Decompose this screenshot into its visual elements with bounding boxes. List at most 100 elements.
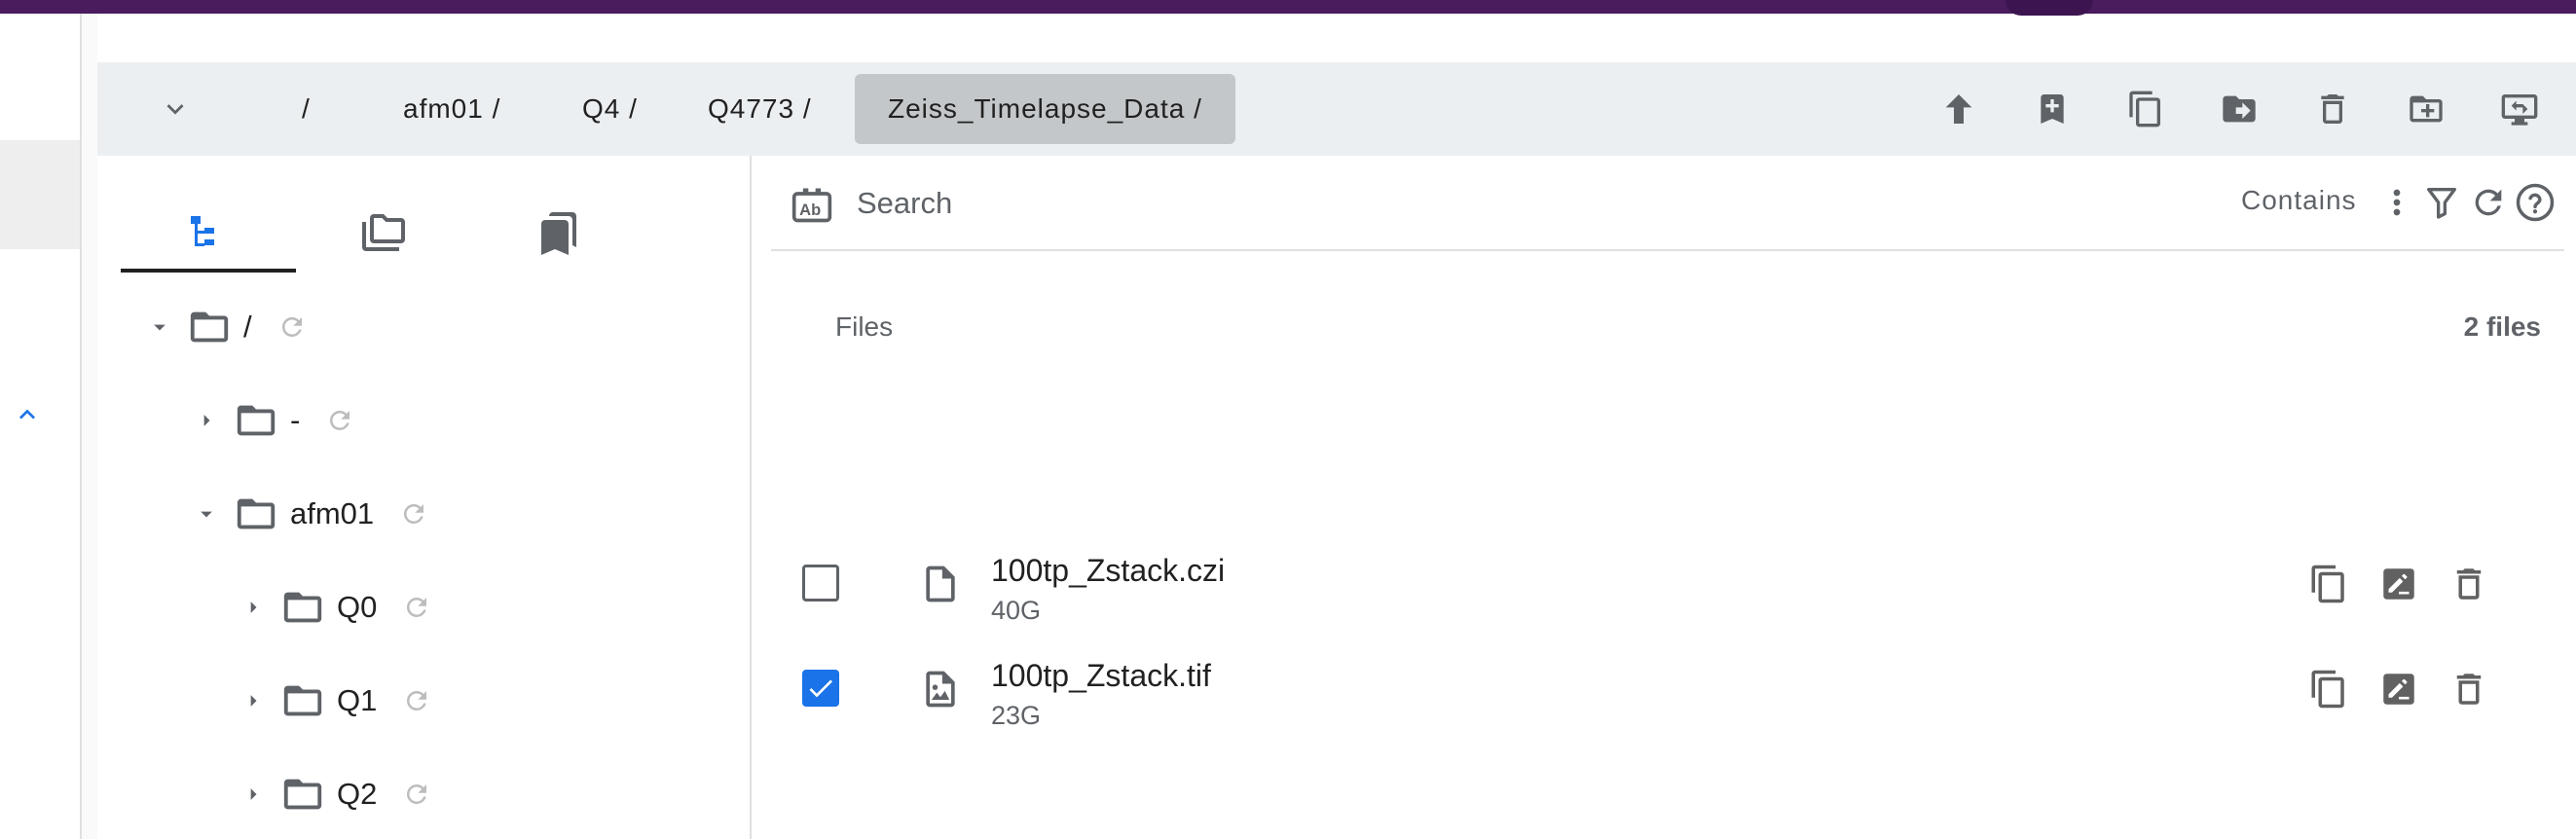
refresh-icon[interactable]: [325, 406, 354, 435]
folder-open-icon: [190, 311, 229, 343]
new-folder-button[interactable]: [2405, 88, 2447, 130]
file-name[interactable]: 100tp_Zstack.tif: [991, 658, 1211, 694]
folder-icon: [283, 685, 322, 716]
delete-button[interactable]: [2311, 88, 2354, 130]
refresh-icon[interactable]: [402, 686, 431, 715]
files-count: 2 files: [2463, 311, 2541, 342]
file-row[interactable]: 100tp_Zstack.tif 23G: [771, 640, 2564, 738]
rename-file-button[interactable]: [2377, 668, 2420, 711]
caret-down-icon[interactable]: [191, 498, 222, 529]
breadcrumb-toggle[interactable]: [156, 90, 195, 128]
left-sidebar: [0, 14, 82, 839]
tree-item-label: Q0: [337, 590, 378, 624]
search-options-button[interactable]: [2375, 181, 2418, 224]
sidebar-highlight: [0, 140, 80, 249]
delete-icon: [2456, 568, 2482, 600]
tab-folders[interactable]: [296, 195, 471, 273]
breadcrumb-afm01[interactable]: afm01 /: [403, 62, 500, 156]
tree-item-label: Q2: [337, 777, 378, 811]
tree-item-q2[interactable]: Q2: [238, 765, 431, 823]
copy-icon: [2311, 565, 2344, 603]
tree-item-root[interactable]: /: [144, 298, 307, 356]
caret-right-icon[interactable]: [238, 685, 269, 716]
delete-file-button[interactable]: [2447, 563, 2490, 605]
caret-down-icon[interactable]: [144, 311, 175, 343]
move-icon: [2223, 95, 2256, 123]
delete-icon: [2456, 674, 2482, 705]
move-button[interactable]: [2218, 88, 2261, 130]
breadcrumb-q4773[interactable]: Q4773 /: [708, 62, 812, 156]
delete-file-button[interactable]: [2447, 668, 2490, 711]
refresh-button[interactable]: [2467, 181, 2510, 224]
breadcrumb-q4[interactable]: Q4 /: [582, 62, 638, 156]
refresh-icon[interactable]: [399, 499, 428, 529]
caret-right-icon[interactable]: [238, 592, 269, 623]
top-bar-shadow: [2006, 0, 2093, 16]
tab-tree-view[interactable]: [121, 195, 296, 273]
file-row[interactable]: 100tp_Zstack.czi 40G: [771, 535, 2564, 633]
go-up-icon: [1945, 94, 1972, 124]
help-button[interactable]: [2514, 181, 2557, 224]
bookmarks-icon: [541, 212, 576, 255]
file-checkbox[interactable]: [802, 565, 839, 602]
folders-icon: [362, 214, 405, 251]
bookmark-add-button[interactable]: [2031, 88, 2074, 130]
caret-right-icon[interactable]: [238, 779, 269, 810]
image-file-icon: [926, 671, 955, 708]
tree-item-afm01[interactable]: afm01: [191, 485, 428, 543]
edit-icon: [2383, 568, 2414, 600]
more-vert-icon: [2393, 189, 2401, 216]
copy-file-button[interactable]: [2307, 668, 2350, 711]
delete-icon: [2321, 94, 2344, 124]
file-checkbox[interactable]: [802, 670, 839, 707]
file-name[interactable]: 100tp_Zstack.czi: [991, 553, 1225, 589]
file-size: 40G: [991, 596, 1042, 625]
checkmark-icon: [809, 679, 832, 698]
go-up-button[interactable]: [1937, 88, 1980, 130]
folder-icon: [283, 779, 322, 810]
refresh-icon[interactable]: [402, 780, 431, 809]
file-size: 23G: [991, 701, 1042, 730]
navigation-panel: / - afm01 Q0 Q1 Q2: [97, 156, 752, 839]
text-search-icon: Ab: [791, 188, 832, 223]
folder-open-icon: [237, 498, 276, 529]
breadcrumb: / afm01 / Q4 / Q4773 / Zeiss_Timelapse_D…: [97, 62, 2576, 156]
tree-item-dash[interactable]: -: [191, 391, 354, 450]
remote-desktop-icon: [2501, 94, 2538, 126]
bookmark-add-icon: [2041, 94, 2064, 124]
active-tab-indicator: [121, 269, 296, 273]
search-input[interactable]: [855, 177, 1735, 230]
folder-icon: [237, 405, 276, 436]
file-list-panel: Ab Contains Files 2 files 100tp_Zstack.c…: [752, 156, 2576, 839]
tree-item-label: /: [243, 310, 252, 344]
tree-item-q1[interactable]: Q1: [238, 672, 431, 730]
copy-icon: [2311, 670, 2344, 709]
tree-item-label: Q1: [337, 683, 378, 717]
file-icon: [926, 565, 955, 602]
caret-right-icon[interactable]: [191, 405, 222, 436]
rename-file-button[interactable]: [2377, 563, 2420, 605]
edit-icon: [2383, 674, 2414, 705]
tab-bookmarks[interactable]: [471, 195, 646, 273]
refresh-icon[interactable]: [277, 312, 307, 342]
breadcrumb-root[interactable]: /: [302, 62, 311, 156]
tree-item-label: -: [290, 403, 301, 437]
chevron-up-icon[interactable]: [12, 399, 43, 430]
copy-file-button[interactable]: [2307, 563, 2350, 605]
remote-desktop-button[interactable]: [2498, 88, 2541, 130]
filter-button[interactable]: [2420, 181, 2463, 224]
files-header: Files: [835, 311, 894, 342]
copy-button[interactable]: [2124, 88, 2167, 130]
refresh-icon: [2475, 189, 2502, 216]
new-folder-icon: [2410, 95, 2443, 123]
breadcrumb-current[interactable]: Zeiss_Timelapse_Data /: [855, 74, 1235, 144]
svg-text:Ab: Ab: [799, 201, 821, 219]
folder-icon: [283, 592, 322, 623]
tree-item-q0[interactable]: Q0: [238, 578, 431, 637]
chevron-down-icon: [166, 104, 184, 115]
refresh-icon[interactable]: [402, 593, 431, 622]
search-bar: Ab Contains: [771, 156, 2564, 251]
tree-item-label: afm01: [290, 496, 375, 530]
search-mode-label[interactable]: Contains: [2241, 185, 2357, 216]
gutter: [82, 14, 97, 839]
